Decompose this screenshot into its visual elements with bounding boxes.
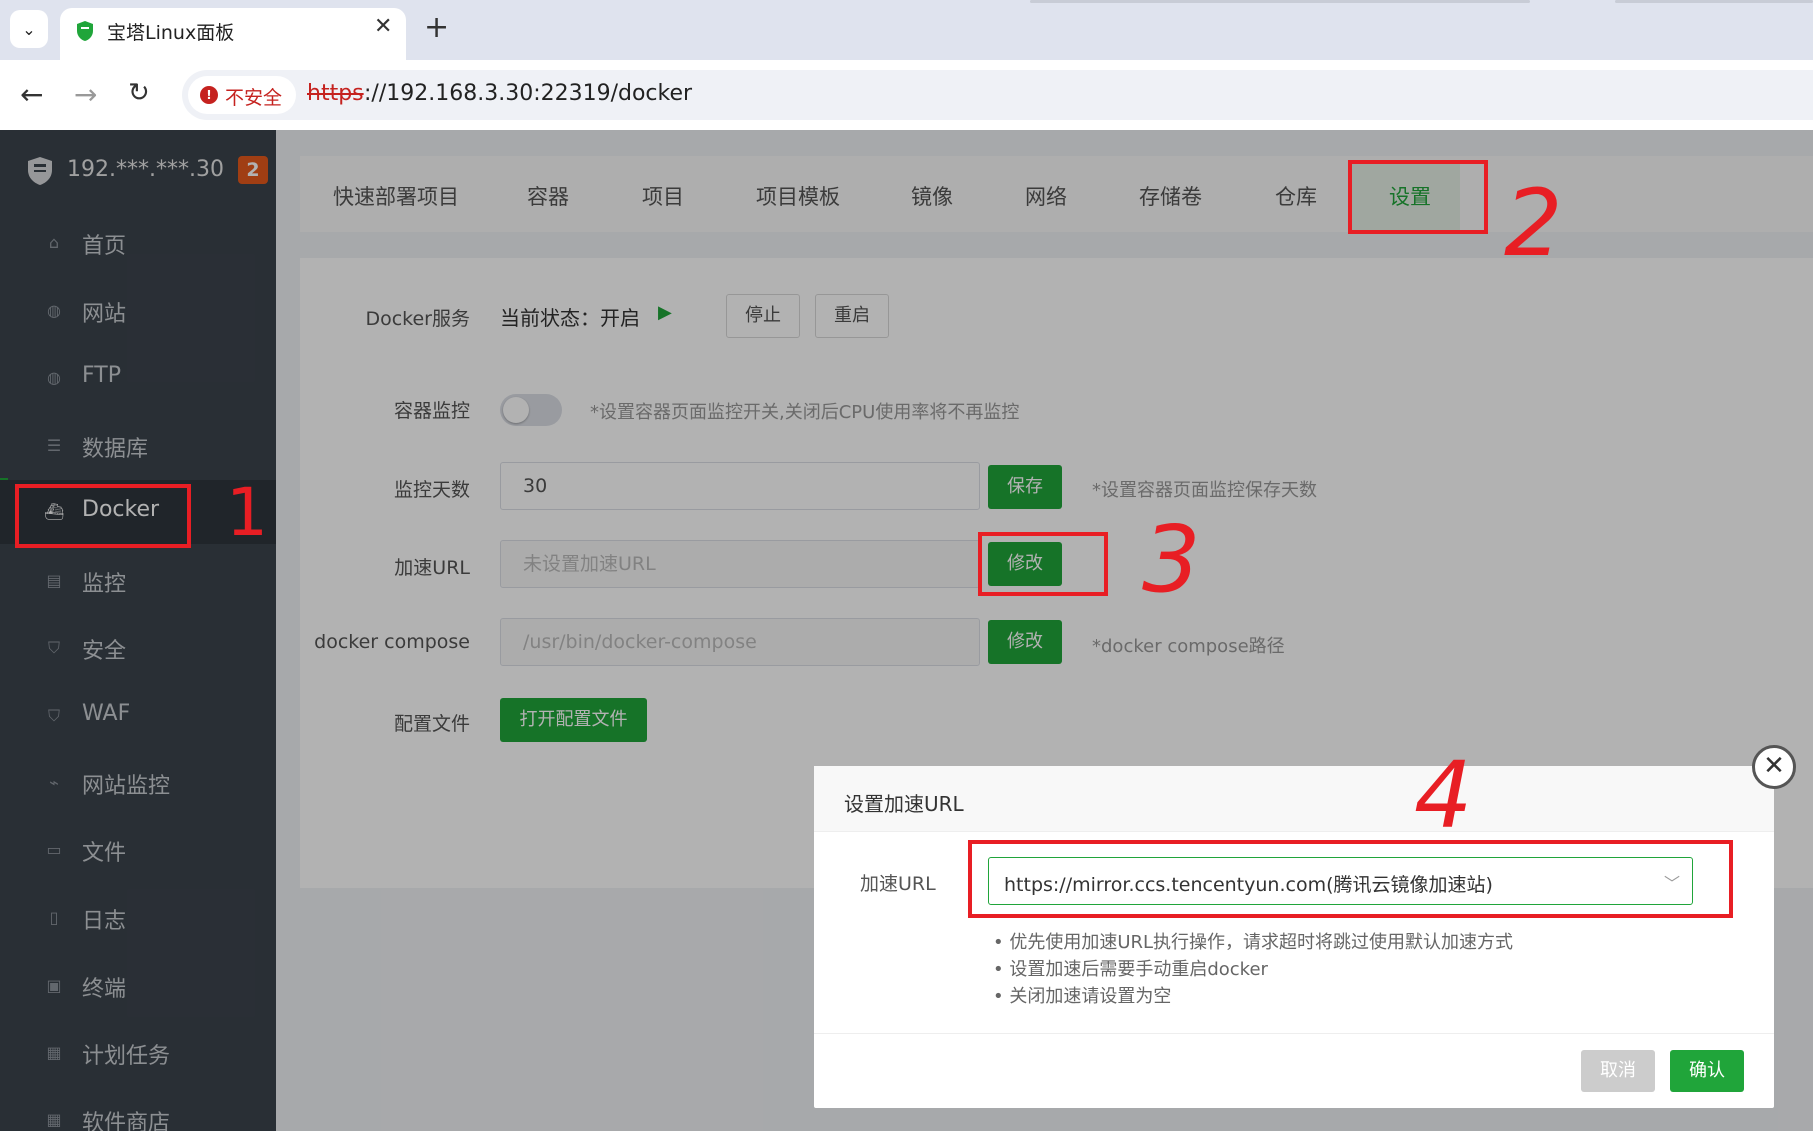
confirm-button[interactable]: 确认 <box>1670 1050 1744 1092</box>
dialog-field-label: 加速URL <box>860 873 936 895</box>
annotation-number: 2 <box>1504 170 1563 277</box>
dialog-tip: • 关闭加速请设置为空 <box>993 986 1172 1007</box>
new-tab-plus-icon[interactable]: + <box>424 10 449 45</box>
annotation-number: 1 <box>226 474 268 551</box>
close-icon[interactable]: ✕ <box>1752 745 1796 789</box>
back-arrow-icon[interactable]: ← <box>20 78 43 111</box>
tab-close-icon[interactable]: ✕ <box>374 14 392 39</box>
dialog-title: 设置加速URL <box>844 792 964 816</box>
tab-search-chevron-icon[interactable]: ⌄ <box>10 10 48 48</box>
annotation-box-settings <box>1348 160 1488 234</box>
dialog-tip: • 设置加速后需要手动重启docker <box>993 959 1268 980</box>
forward-arrow-icon[interactable]: → <box>74 78 97 111</box>
cancel-button[interactable]: 取消 <box>1581 1050 1655 1092</box>
annotation-number: 4 <box>1414 742 1473 849</box>
url-scheme: https <box>307 81 364 106</box>
annotation-box-modify <box>978 532 1108 596</box>
dialog-footer-divider <box>814 1033 1774 1034</box>
annotation-number: 3 <box>1142 506 1201 613</box>
url-text: ://192.168.3.30:22319/docker <box>364 81 693 106</box>
warning-icon: ! <box>200 86 218 104</box>
dialog-tip: • 优先使用加速URL执行操作，请求超时将跳过使用默认加速方式 <box>993 932 1514 953</box>
security-label: 不安全 <box>225 87 283 109</box>
bt-shield-favicon-icon <box>77 21 93 41</box>
reload-icon[interactable]: ↻ <box>128 78 150 108</box>
inactive-tab-edge <box>1615 0 1813 3</box>
annotation-box-docker <box>15 484 191 548</box>
inactive-tab-edge <box>1030 0 1530 3</box>
annotation-box-select <box>968 840 1733 918</box>
tab-title: 宝塔Linux面板 <box>107 22 235 44</box>
